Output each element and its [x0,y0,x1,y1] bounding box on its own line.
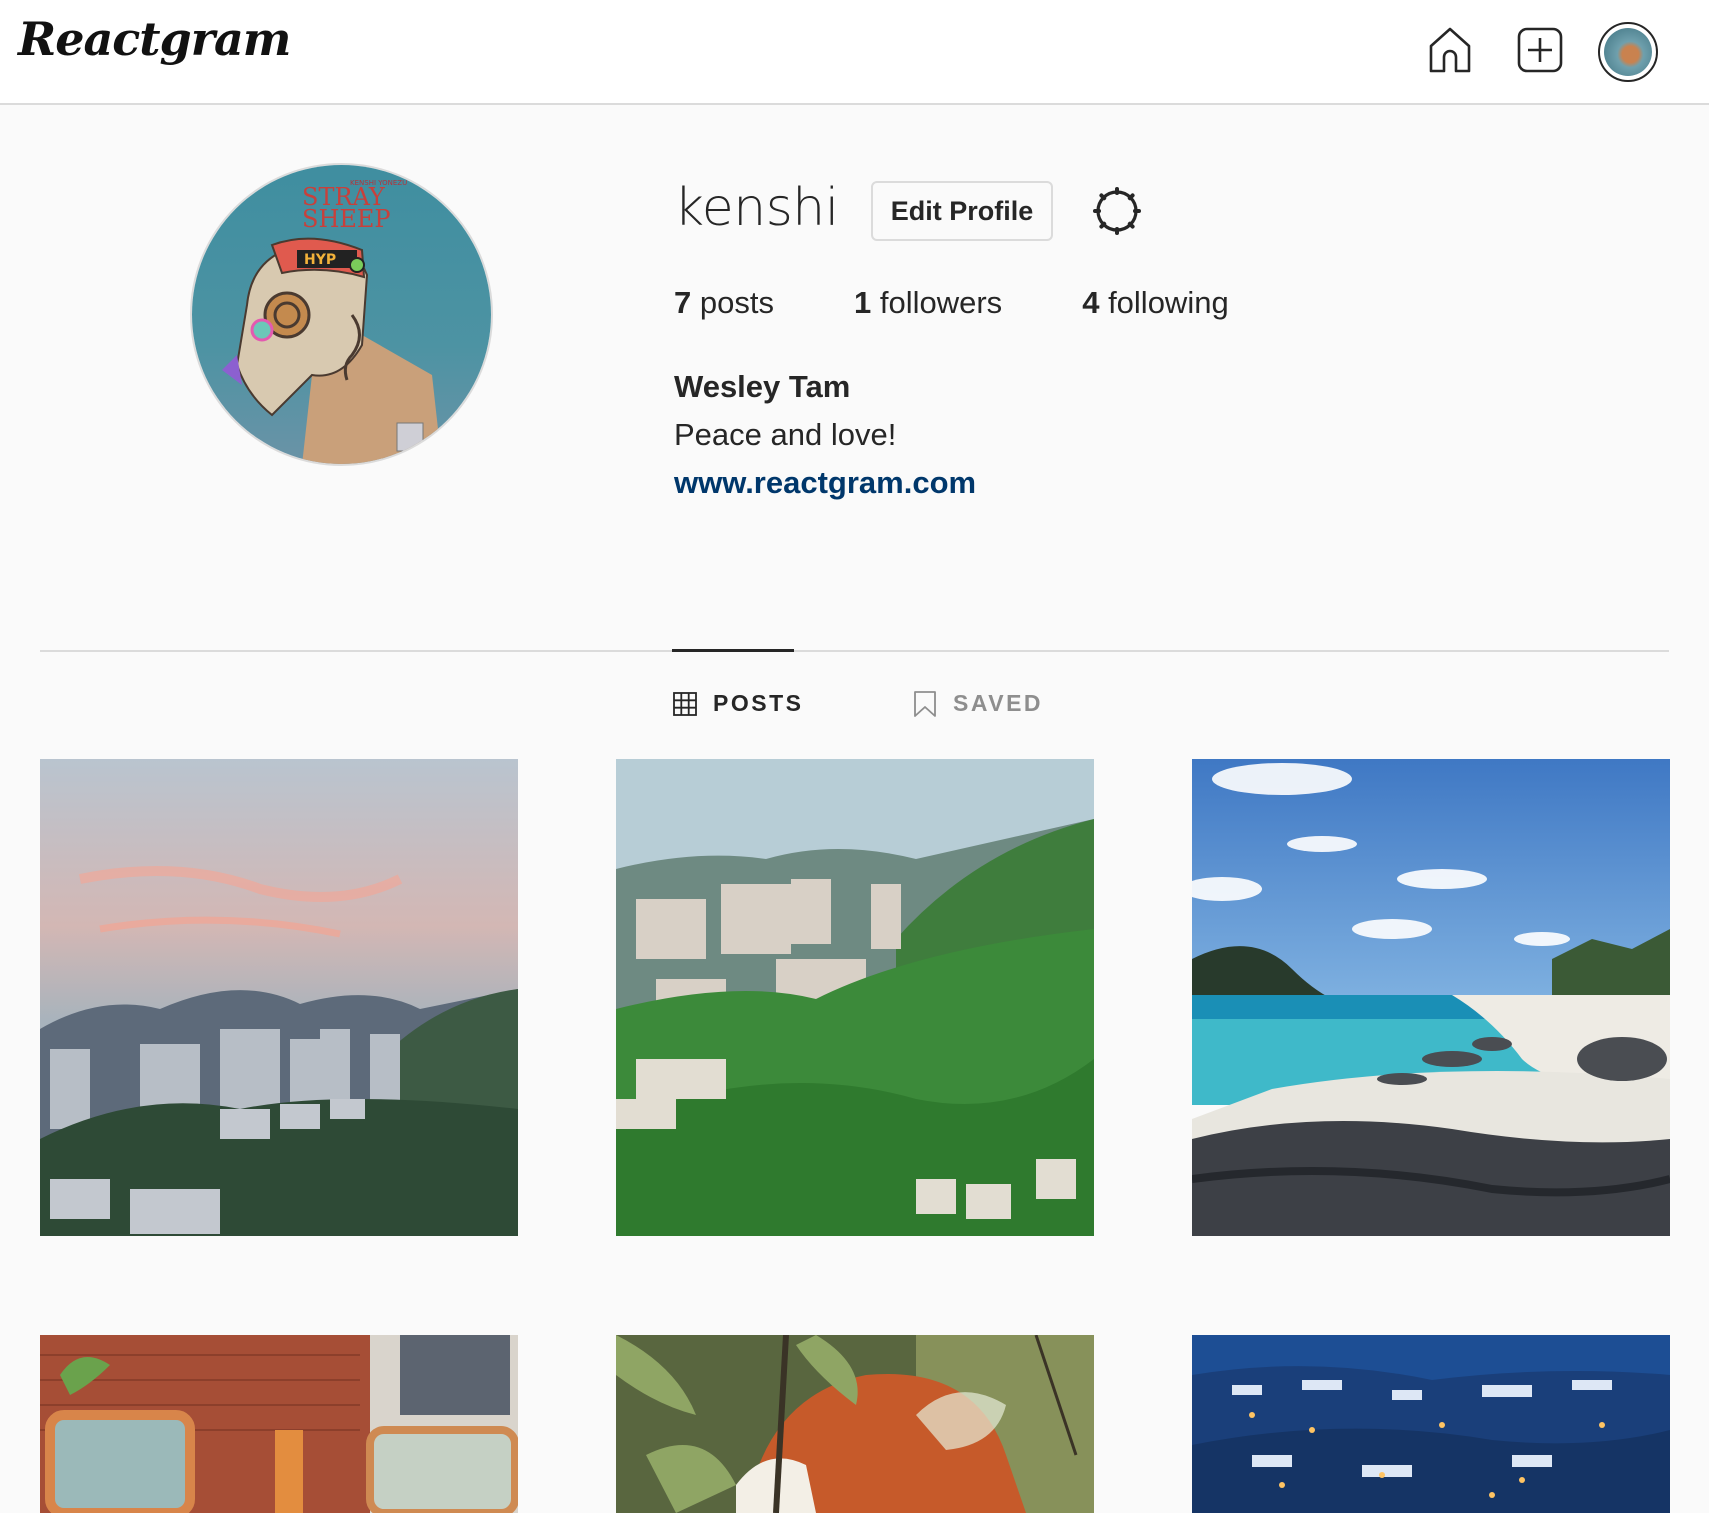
active-tab-indicator [672,649,794,652]
post-image-beach [1192,759,1670,1236]
post-image-street-mirrors [40,1335,518,1513]
home-icon[interactable] [1425,25,1475,75]
following-stat[interactable]: 4 following [1082,285,1229,321]
app-logo[interactable]: Reactgram [18,12,291,66]
followers-stat[interactable]: 1 followers [854,285,1002,321]
followers-label: followers [879,285,1003,320]
top-navbar: Reactgram [0,0,1709,105]
post-tile-2[interactable] [616,759,1094,1236]
tab-posts-label: POSTS [713,690,804,716]
profile-avatar: KENSHI YONEZU STRAY SHEEP HYP [190,163,493,466]
following-count: 4 [1082,285,1100,320]
new-post-icon[interactable] [1515,25,1565,75]
posts-stat[interactable]: 7 posts [674,285,774,321]
svg-text:HYP: HYP [304,252,336,268]
post-tile-1[interactable] [40,759,518,1236]
post-image-red-panda [616,1335,1094,1513]
following-label: following [1108,285,1229,320]
tab-posts[interactable]: POSTS [673,690,803,717]
grid-icon [673,691,697,716]
profile-bio: Peace and love! [674,417,897,452]
profile-stats: 7 posts 1 followers 4 following [674,285,1309,321]
followers-count: 1 [853,285,872,320]
settings-gear-icon[interactable] [1091,185,1143,237]
post-image-night-village [1192,1335,1670,1513]
post-tile-4[interactable] [40,1335,518,1513]
edit-profile-button[interactable]: Edit Profile [871,181,1053,241]
tabs-divider [40,650,1669,652]
post-image-green-hillside [616,759,1094,1236]
tab-saved-label: SAVED [953,690,1044,716]
profile-full-name: Wesley Tam [674,369,851,404]
tab-saved[interactable]: SAVED [913,690,1043,717]
avatar-title-line2: SHEEP [302,205,391,233]
post-tile-5[interactable] [616,1335,1094,1513]
post-tile-6[interactable] [1192,1335,1670,1513]
post-tile-3[interactable] [1192,759,1670,1236]
bookmark-icon [914,690,936,717]
profile-website-link[interactable]: www.reactgram.com [674,465,976,501]
posts-count: 7 [674,285,692,320]
post-image-dusk-city [40,759,518,1236]
nav-profile-avatar[interactable] [1598,22,1658,82]
posts-label: posts [699,285,774,320]
avatar-thumbnail [1604,28,1652,76]
profile-username: kenshi [674,178,839,238]
